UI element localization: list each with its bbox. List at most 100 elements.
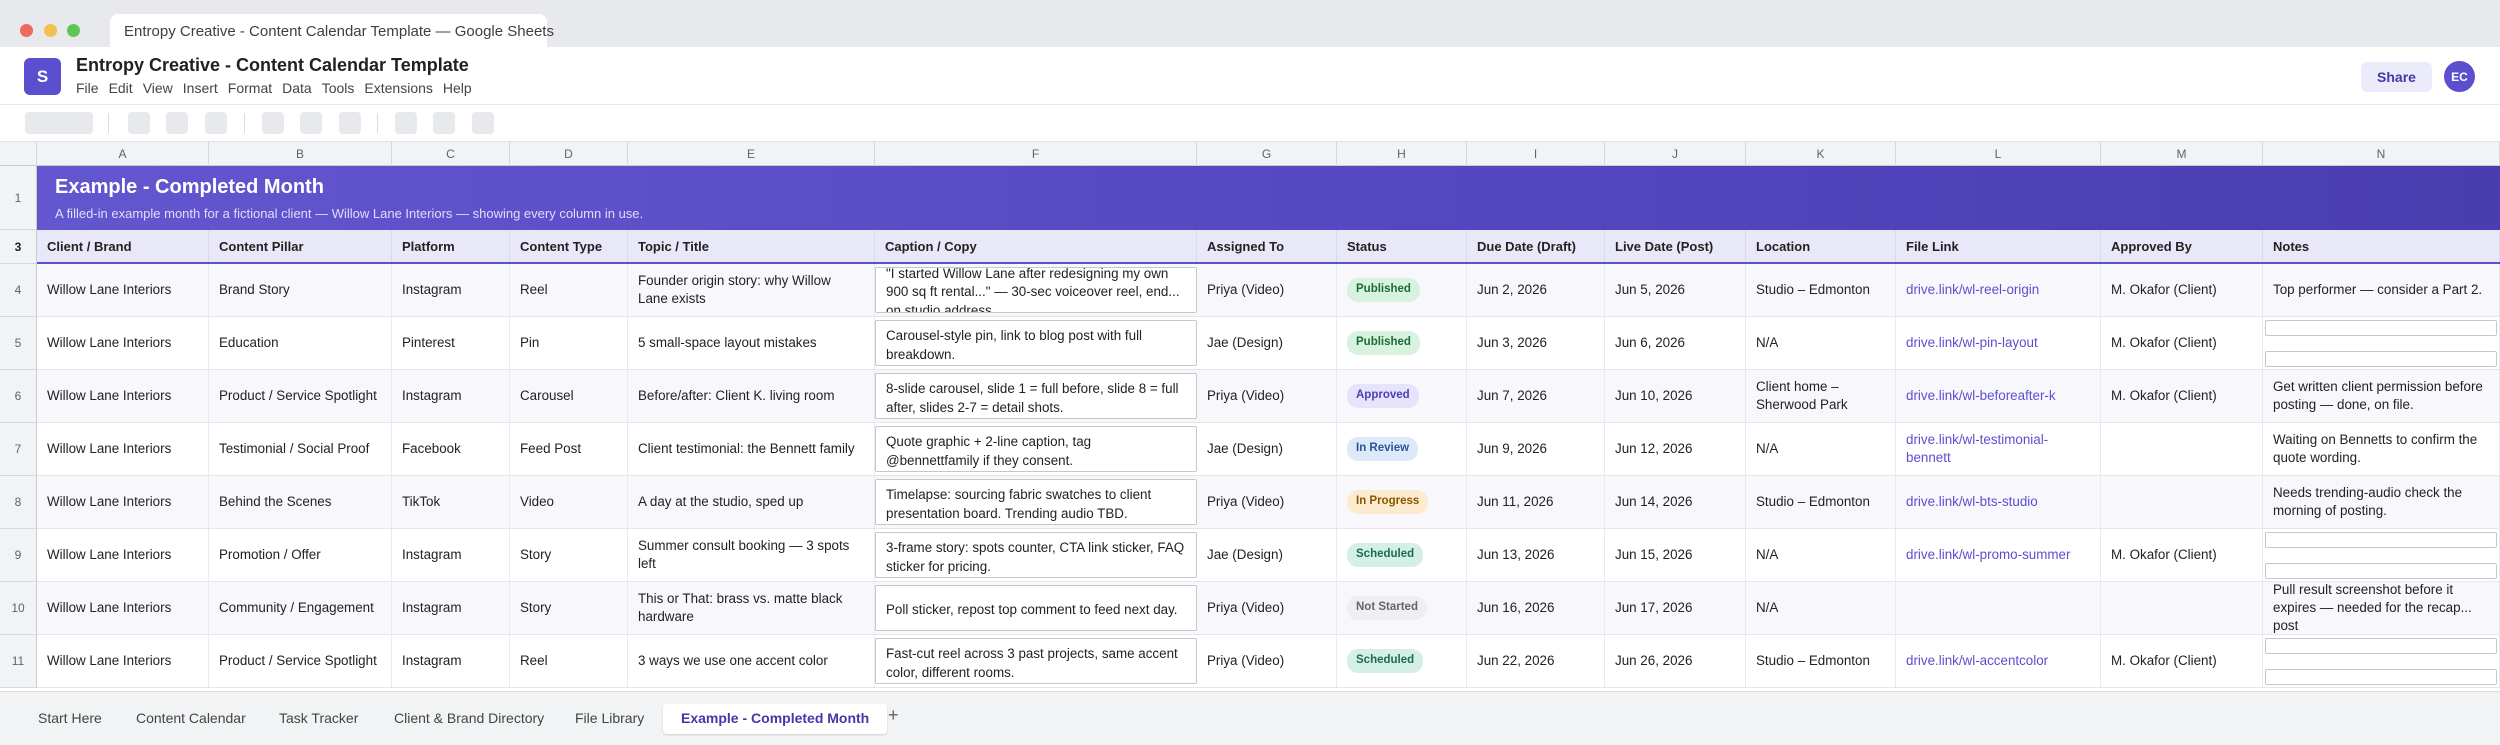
cell-live[interactable]: Jun 15, 2026 bbox=[1605, 529, 1746, 581]
cell-file[interactable]: drive.link/wl-bts-studio bbox=[1896, 476, 2101, 528]
cell-topic[interactable]: A day at the studio, sped up bbox=[628, 476, 875, 528]
column-title-client[interactable]: Client / Brand bbox=[37, 230, 209, 262]
row-header-4[interactable]: 4 bbox=[0, 264, 37, 317]
cell-platform[interactable]: Instagram bbox=[392, 582, 510, 634]
cell-client[interactable]: Willow Lane Interiors bbox=[37, 529, 209, 581]
column-title-assigned[interactable]: Assigned To bbox=[1197, 230, 1337, 262]
sheet-tab-task-tracker[interactable]: Task Tracker bbox=[261, 704, 376, 734]
avatar[interactable]: EC bbox=[2444, 61, 2475, 92]
cell-topic[interactable]: This or That: brass vs. matte black hard… bbox=[628, 582, 875, 634]
cell-type[interactable]: Reel bbox=[510, 264, 628, 316]
cell-client[interactable]: Willow Lane Interiors bbox=[37, 423, 209, 475]
column-header-c[interactable]: C bbox=[392, 142, 510, 166]
cell-status[interactable]: Published bbox=[1337, 264, 1467, 316]
toolbar-placeholder-button[interactable] bbox=[262, 112, 284, 134]
column-header-l[interactable]: L bbox=[1896, 142, 2101, 166]
cell-status[interactable]: Not Started bbox=[1337, 582, 1467, 634]
column-title-platform[interactable]: Platform bbox=[392, 230, 510, 262]
cell-platform[interactable]: TikTok bbox=[392, 476, 510, 528]
cell-caption[interactable]: "I started Willow Lane after redesigning… bbox=[875, 267, 1197, 313]
column-header-m[interactable]: M bbox=[2101, 142, 2263, 166]
column-header-g[interactable]: G bbox=[1197, 142, 1337, 166]
toolbar-placeholder-button[interactable] bbox=[205, 112, 227, 134]
row-header-11[interactable]: 11 bbox=[0, 635, 37, 688]
empty-note-box[interactable] bbox=[2265, 351, 2497, 367]
sheet-tab-content-calendar[interactable]: Content Calendar bbox=[118, 704, 264, 734]
cell-pillar[interactable]: Product / Service Spotlight bbox=[209, 370, 392, 422]
minimize-window-button[interactable] bbox=[44, 24, 57, 37]
cell-file[interactable]: drive.link/wl-beforeafter-k bbox=[1896, 370, 2101, 422]
toolbar-placeholder-button[interactable] bbox=[395, 112, 417, 134]
column-header-h[interactable]: H bbox=[1337, 142, 1467, 166]
sheet-tab-example-completed-month[interactable]: Example - Completed Month bbox=[663, 704, 888, 734]
column-title-topic[interactable]: Topic / Title bbox=[628, 230, 875, 262]
cell-platform[interactable]: Pinterest bbox=[392, 317, 510, 369]
table-row[interactable]: Willow Lane Interiors Brand Story Instagra… bbox=[37, 264, 2500, 317]
browser-tab[interactable]: Entropy Creative - Content Calendar Temp… bbox=[110, 14, 554, 47]
cell-file[interactable]: drive.link/wl-pin-layout bbox=[1896, 317, 2101, 369]
file-link[interactable]: drive.link/wl-reel-origin bbox=[1906, 281, 2039, 299]
cell-live[interactable]: Jun 10, 2026 bbox=[1605, 370, 1746, 422]
cell-approved[interactable]: M. Okafor (Client) bbox=[2101, 529, 2263, 581]
cell-due[interactable]: Jun 7, 2026 bbox=[1467, 370, 1605, 422]
share-button[interactable]: Share bbox=[2361, 62, 2432, 92]
cell-location[interactable]: N/A bbox=[1746, 582, 1896, 634]
cell-status[interactable]: In Progress bbox=[1337, 476, 1467, 528]
menu-edit[interactable]: Edit bbox=[109, 80, 133, 96]
cell-platform[interactable]: Instagram bbox=[392, 635, 510, 687]
cell-type[interactable]: Reel bbox=[510, 635, 628, 687]
menu-data[interactable]: Data bbox=[282, 80, 312, 96]
cell-approved[interactable]: M. Okafor (Client) bbox=[2101, 317, 2263, 369]
menu-file[interactable]: File bbox=[76, 80, 99, 96]
cell-caption[interactable]: Fast-cut reel across 3 past projects, sa… bbox=[875, 638, 1197, 684]
cell-notes[interactable]: Get written client permission before pos… bbox=[2263, 370, 2500, 422]
toolbar-placeholder-menu[interactable] bbox=[25, 112, 93, 134]
cell-approved[interactable]: M. Okafor (Client) bbox=[2101, 635, 2263, 687]
cell-notes[interactable]: Needs trending-audio check the morning o… bbox=[2263, 476, 2500, 528]
cell-file[interactable]: drive.link/wl-promo-summer bbox=[1896, 529, 2101, 581]
column-title-type[interactable]: Content Type bbox=[510, 230, 628, 262]
cell-file[interactable] bbox=[1896, 582, 2101, 634]
cell-assigned[interactable]: Priya (Video) bbox=[1197, 370, 1337, 422]
cell-status[interactable]: Approved bbox=[1337, 370, 1467, 422]
column-header-k[interactable]: K bbox=[1746, 142, 1896, 166]
row-header-7[interactable]: 7 bbox=[0, 423, 37, 476]
cell-caption[interactable]: Poll sticker, repost top comment to feed… bbox=[875, 585, 1197, 631]
cell-pillar[interactable]: Promotion / Offer bbox=[209, 529, 392, 581]
cell-approved[interactable]: M. Okafor (Client) bbox=[2101, 264, 2263, 316]
cell-location[interactable]: N/A bbox=[1746, 423, 1896, 475]
column-header-e[interactable]: E bbox=[628, 142, 875, 166]
cell-client[interactable]: Willow Lane Interiors bbox=[37, 635, 209, 687]
cell-due[interactable]: Jun 16, 2026 bbox=[1467, 582, 1605, 634]
menu-extensions[interactable]: Extensions bbox=[364, 80, 432, 96]
cell-caption[interactable]: Carousel-style pin, link to blog post wi… bbox=[875, 320, 1197, 366]
cell-caption[interactable]: 8-slide carousel, slide 1 = full before,… bbox=[875, 373, 1197, 419]
file-link[interactable]: drive.link/wl-pin-layout bbox=[1906, 334, 2038, 352]
sheet-tab-file-library[interactable]: File Library bbox=[557, 704, 662, 734]
cell-location[interactable]: Studio – Edmonton bbox=[1746, 635, 1896, 687]
cell-client[interactable]: Willow Lane Interiors bbox=[37, 476, 209, 528]
close-window-button[interactable] bbox=[20, 24, 33, 37]
cell-assigned[interactable]: Priya (Video) bbox=[1197, 635, 1337, 687]
cell-location[interactable]: Studio – Edmonton bbox=[1746, 264, 1896, 316]
table-row[interactable]: Willow Lane Interiors Community / Engagem… bbox=[37, 582, 2500, 635]
cell-due[interactable]: Jun 9, 2026 bbox=[1467, 423, 1605, 475]
cell-location[interactable]: N/A bbox=[1746, 317, 1896, 369]
cell-type[interactable]: Story bbox=[510, 529, 628, 581]
cell-notes[interactable]: Waiting on Bennetts to confirm the quote… bbox=[2263, 423, 2500, 475]
cell-caption[interactable]: 3-frame story: spots counter, CTA link s… bbox=[875, 532, 1197, 578]
cell-due[interactable]: Jun 22, 2026 bbox=[1467, 635, 1605, 687]
cell-type[interactable]: Pin bbox=[510, 317, 628, 369]
cell-notes[interactable]: Top performer — consider a Part 2. bbox=[2263, 264, 2500, 316]
cell-file[interactable]: drive.link/wl-testimonial-bennett bbox=[1896, 423, 2101, 475]
empty-note-box[interactable] bbox=[2265, 563, 2497, 579]
menu-tools[interactable]: Tools bbox=[322, 80, 355, 96]
cell-status[interactable]: Scheduled bbox=[1337, 635, 1467, 687]
cell-topic[interactable]: Client testimonial: the Bennett family bbox=[628, 423, 875, 475]
cell-live[interactable]: Jun 26, 2026 bbox=[1605, 635, 1746, 687]
file-link[interactable]: drive.link/wl-beforeafter-k bbox=[1906, 387, 2056, 405]
empty-note-box[interactable] bbox=[2265, 320, 2497, 336]
cell-platform[interactable]: Instagram bbox=[392, 529, 510, 581]
cell-location[interactable]: Client home – Sherwood Park bbox=[1746, 370, 1896, 422]
table-row[interactable]: Willow Lane Interiors Testimonial / Socia… bbox=[37, 423, 2500, 476]
